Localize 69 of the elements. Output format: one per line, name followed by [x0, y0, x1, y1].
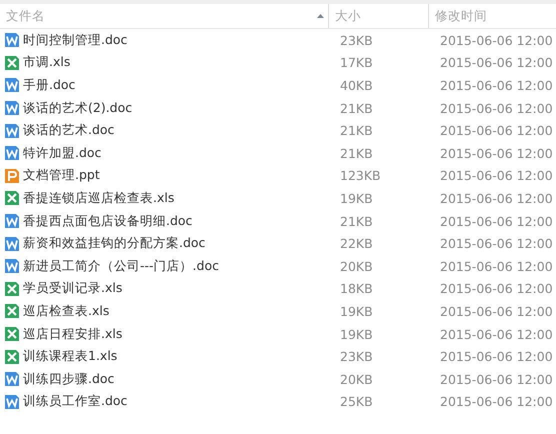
file-size: 19KB	[339, 326, 374, 342]
file-size: 23KB	[339, 32, 374, 48]
word-document-icon	[4, 371, 20, 388]
word-document-icon	[4, 77, 20, 94]
file-name[interactable]: 香提连锁店巡店检查表.xls	[23, 190, 174, 207]
file-size: 20KB	[339, 258, 374, 274]
file-size: 19KB	[339, 304, 374, 319]
spreadsheet-icon	[4, 190, 20, 206]
modified-time: 2015-06-06 12:00	[439, 326, 554, 342]
file-size: 123KB	[339, 168, 382, 184]
file-name[interactable]: 谈话的艺术(2).doc	[23, 100, 132, 117]
file-name[interactable]: 训练员工作室.doc	[23, 393, 128, 410]
modified-time: 2015-06-06 12:00	[439, 146, 554, 161]
file-size: 19KB	[339, 190, 374, 206]
word-document-icon	[4, 145, 20, 162]
modified-time: 2015-06-06 12:00	[439, 55, 554, 70]
file-name[interactable]: 薪资和效益挂钩的分配方案.doc	[23, 235, 206, 252]
modified-time: 2015-06-06 12:00	[439, 123, 554, 138]
file-name[interactable]: 新进员工简介（公司---门店）.doc	[23, 258, 219, 275]
word-document-icon	[4, 32, 20, 48]
file-size: 21KB	[339, 146, 374, 161]
file-size: 40KB	[339, 78, 374, 93]
file-size: 22KB	[339, 236, 374, 252]
file-size: 21KB	[339, 123, 374, 138]
file-name[interactable]: 谈话的艺术.doc	[23, 122, 114, 140]
word-document-icon	[4, 122, 20, 139]
file-name[interactable]: 文档管理.ppt	[23, 167, 100, 184]
spreadsheet-icon	[4, 348, 20, 365]
file-size: 21KB	[339, 100, 374, 116]
modified-time: 2015-06-06 12:00	[439, 394, 554, 410]
word-document-icon	[4, 394, 20, 410]
modified-time: 2015-06-06 12:00	[439, 349, 554, 364]
modified-time: 2015-06-06 12:00	[439, 258, 554, 274]
file-size: 23KB	[339, 349, 374, 364]
sort-arrow-icon	[317, 14, 324, 18]
file-size: 21KB	[339, 214, 374, 229]
modified-time: 2015-06-06 12:00	[439, 100, 554, 116]
file-name[interactable]: 巡店日程安排.xls	[23, 326, 122, 343]
file-name[interactable]: 手册.doc	[23, 76, 76, 94]
file-name[interactable]: 特许加盟.doc	[23, 144, 102, 162]
word-document-icon	[4, 100, 20, 116]
file-name[interactable]: 巡店检查表.xls	[23, 302, 110, 320]
modified-time: 2015-06-06 12:00	[439, 372, 554, 387]
modified-time: 2015-06-06 12:00	[439, 214, 554, 229]
modified-time: 2015-06-06 12:00	[439, 281, 554, 296]
file-size: 20KB	[339, 372, 374, 387]
presentation-icon	[4, 168, 20, 184]
modified-time: 2015-06-06 12:00	[439, 190, 554, 206]
modified-time: 2015-06-06 12:00	[439, 236, 554, 252]
word-document-icon	[4, 258, 20, 274]
word-document-icon	[4, 213, 20, 230]
spreadsheet-icon	[4, 54, 20, 71]
file-name[interactable]: 市调.xls	[23, 54, 70, 72]
spreadsheet-icon	[4, 326, 20, 342]
modified-time: 2015-06-06 12:00	[439, 304, 554, 319]
modified-time: 2015-06-06 12:00	[439, 168, 554, 184]
file-name[interactable]: 香提西点面包店设备明细.doc	[23, 212, 192, 230]
spreadsheet-icon	[4, 280, 20, 297]
file-size: 17KB	[339, 55, 374, 70]
file-size: 18KB	[339, 281, 374, 296]
file-name[interactable]: 学员受训记录.xls	[23, 280, 122, 298]
spreadsheet-icon	[4, 303, 20, 320]
file-name[interactable]: 时间控制管理.doc	[23, 32, 128, 49]
file-name[interactable]: 训练四步骤.doc	[23, 370, 114, 388]
modified-time: 2015-06-06 12:00	[439, 78, 554, 93]
file-name[interactable]: 训练课程表1.xls	[23, 348, 118, 366]
word-document-icon	[4, 236, 20, 252]
modified-time: 2015-06-06 12:00	[439, 32, 554, 48]
file-size: 25KB	[339, 394, 374, 410]
